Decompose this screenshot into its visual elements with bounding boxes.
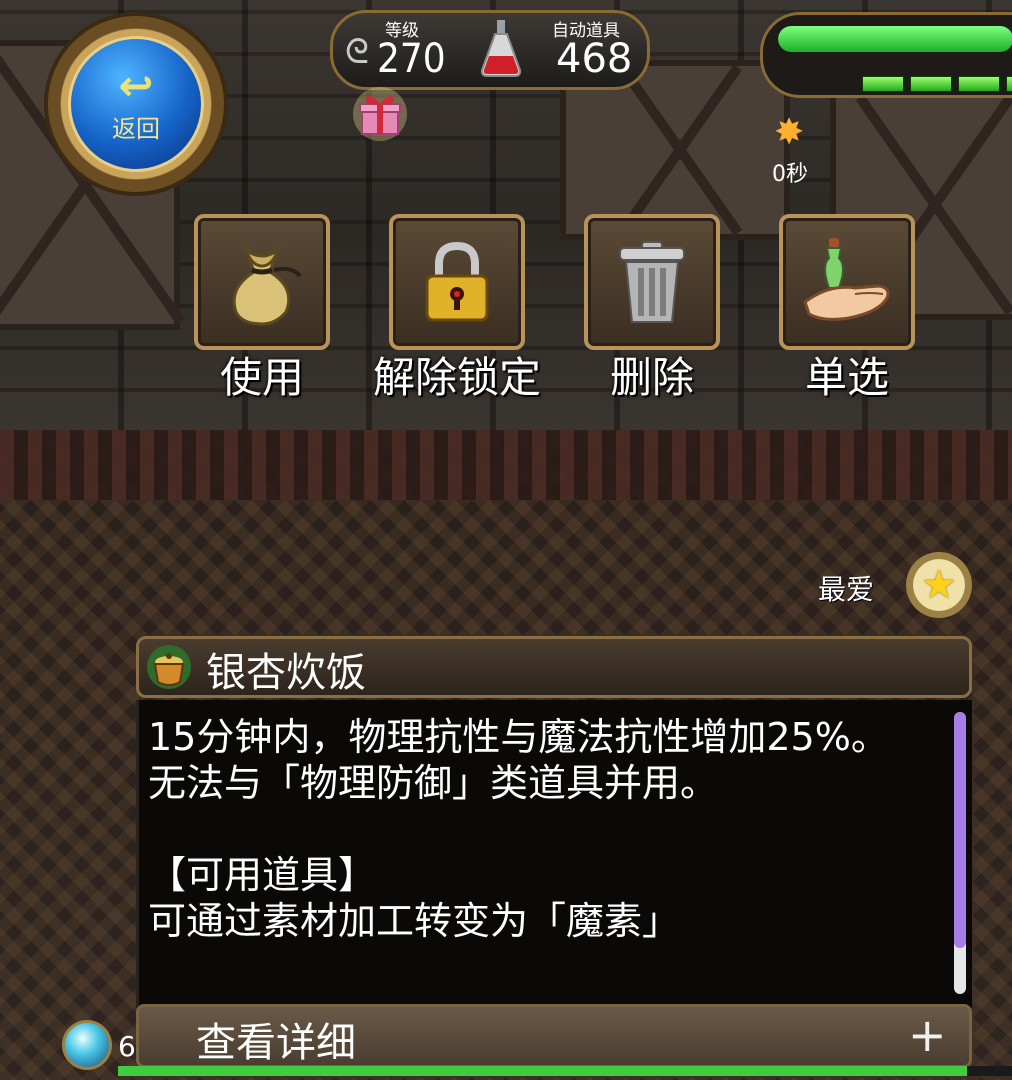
star-icon: ★ [921,562,957,608]
view-details-label: 查看详细 [196,1020,356,1066]
unlock-label: 解除锁定 [372,353,542,402]
trash-can-icon [619,241,685,323]
hp-bar-fill [778,26,1012,52]
mp-segment [958,76,1000,92]
return-label: 返回 [112,114,160,143]
unlock-button[interactable]: 解除锁定 [373,214,541,402]
use-label: 使用 [219,353,305,402]
orb-count: 6 [118,1030,136,1063]
gift-box-icon[interactable] [352,86,408,142]
return-button-face: ↩ 返回 [68,36,204,172]
hp-bar [778,26,1012,52]
level-swirl-icon: ᘓ [345,32,369,72]
rice-pot-icon [147,645,191,689]
buff-timer: 0秒 [772,162,808,187]
delete-button-frame [584,214,720,350]
orb-icon [62,1020,112,1070]
mp-segment [1006,76,1012,92]
exp-bar [118,1066,1012,1076]
auto-item-value: 468 [556,36,633,82]
description-scrollbar[interactable] [954,712,966,994]
expand-plus-icon[interactable]: + [908,1008,947,1062]
use-button-frame [194,214,330,350]
delete-button[interactable]: 删除 [584,214,720,402]
sack-icon [232,245,302,326]
buff-star-icon: ✸ [774,112,805,153]
return-button[interactable]: ↩ 返回 [48,16,224,192]
unlock-button-frame [389,214,525,350]
potion-icon [480,20,522,77]
padlock-icon [425,241,489,322]
single-select-button-frame [779,214,915,350]
hand-potion-icon [803,238,890,321]
item-description: 15分钟内，物理抗性与魔法抗性增加25%。 无法与「物理防御」类道具并用。 【可… [148,715,889,943]
use-button[interactable]: 使用 [194,214,330,402]
favorite-label: 最爱 [818,573,875,606]
single-select-label: 单选 [804,353,890,402]
return-arrow-icon: ↩ [118,60,154,110]
level-value: 270 [377,36,446,82]
exp-bar-fill [118,1066,968,1076]
single-select-button[interactable]: 单选 [779,214,915,402]
mp-segment [862,76,904,92]
scrollbar-thumb[interactable] [954,712,966,948]
mp-segment [910,76,952,92]
delete-label: 删除 [609,353,695,402]
carpet-border [0,430,1012,500]
favorite-button[interactable]: ★ [906,552,972,618]
item-name: 银杏炊饭 [206,650,366,696]
